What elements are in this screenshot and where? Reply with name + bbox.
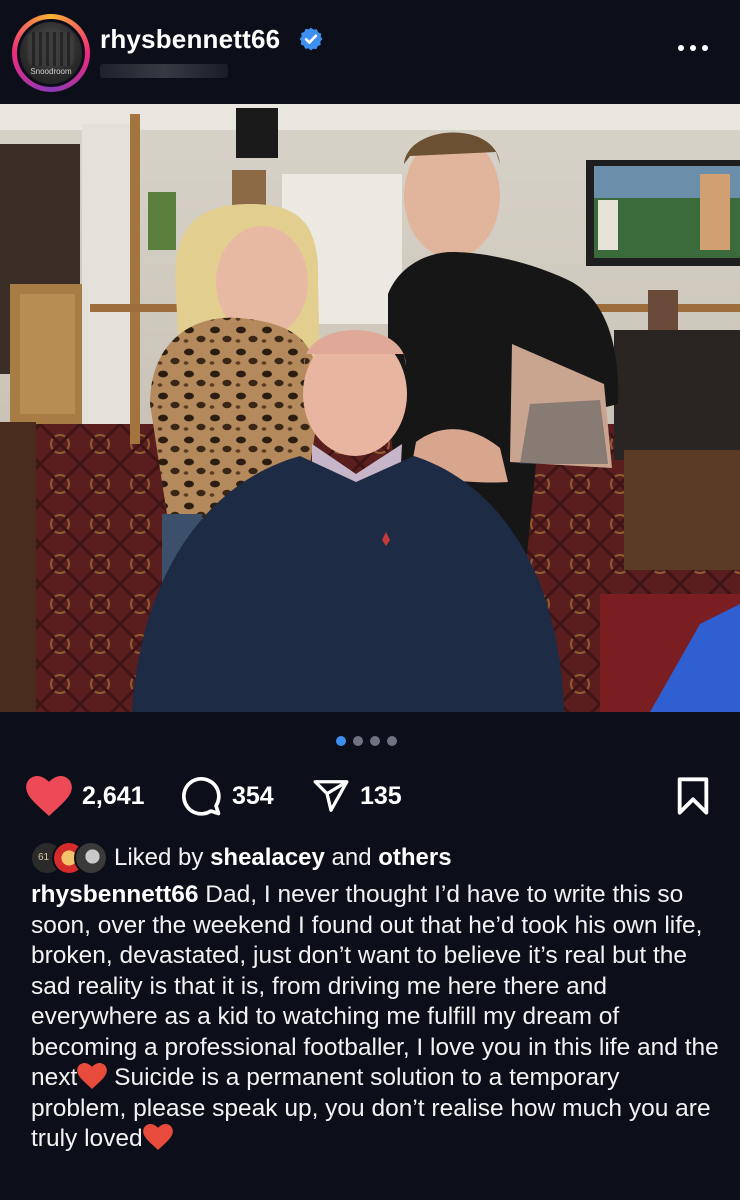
share-icon[interactable] xyxy=(312,777,350,815)
post-photo[interactable] xyxy=(0,104,740,712)
red-heart-emoji-icon xyxy=(77,1063,108,1089)
carousel-dot[interactable] xyxy=(336,736,346,746)
liked-by-others[interactable]: others xyxy=(378,844,451,871)
verified-badge-icon xyxy=(299,27,323,51)
avatar[interactable]: Snoodroom xyxy=(17,19,85,87)
liked-by-text: Liked by shealacey and others xyxy=(114,844,452,872)
bookmark-icon[interactable] xyxy=(676,776,710,816)
carousel-dot[interactable] xyxy=(353,736,363,746)
comment-count[interactable]: 354 xyxy=(232,782,274,811)
caption-text-part1: Dad, I never thought I’d have to write t… xyxy=(31,881,719,1091)
post-username[interactable]: rhysbennett66 xyxy=(100,24,280,55)
like-count[interactable]: 2,641 xyxy=(82,782,145,811)
story-ring[interactable]: Snoodroom xyxy=(12,14,90,92)
share-count[interactable]: 135 xyxy=(360,782,402,811)
photo-illustration xyxy=(0,104,740,712)
liked-by-row[interactable]: 61 Liked by shealacey and others xyxy=(30,838,452,878)
share-action[interactable]: 135 xyxy=(312,770,402,822)
liked-by-user[interactable]: shealacey xyxy=(210,844,325,871)
action-bar: 2,641 354 135 xyxy=(0,770,740,822)
like-action[interactable]: 2,641 xyxy=(26,770,145,822)
caption-username[interactable]: rhysbennett66 xyxy=(31,881,198,908)
save-action[interactable] xyxy=(676,770,710,822)
comment-icon[interactable] xyxy=(180,775,222,817)
carousel-dot[interactable] xyxy=(387,736,397,746)
avatar-image xyxy=(28,32,74,66)
liker-badge: 61 xyxy=(38,852,50,863)
avatar-label: Snoodroom xyxy=(30,67,72,76)
caption-text-part2: Suicide is a permanent solution to a tem… xyxy=(31,1064,711,1152)
carousel-dot[interactable] xyxy=(370,736,380,746)
red-heart-emoji-icon xyxy=(142,1124,173,1150)
carousel-indicator xyxy=(336,736,397,746)
liked-by-connector: and xyxy=(331,844,372,871)
more-options-icon[interactable] xyxy=(678,38,718,58)
post-header: Snoodroom rhysbennett66 xyxy=(0,0,740,104)
comment-action[interactable]: 354 xyxy=(180,770,274,822)
heart-icon[interactable] xyxy=(26,776,72,816)
post-caption: rhysbennett66 Dad, I never thought I’d h… xyxy=(31,880,721,1155)
liked-by-prefix: Liked by xyxy=(114,844,204,871)
liker-avatar[interactable] xyxy=(74,841,108,875)
blurred-subtitle xyxy=(100,64,228,78)
